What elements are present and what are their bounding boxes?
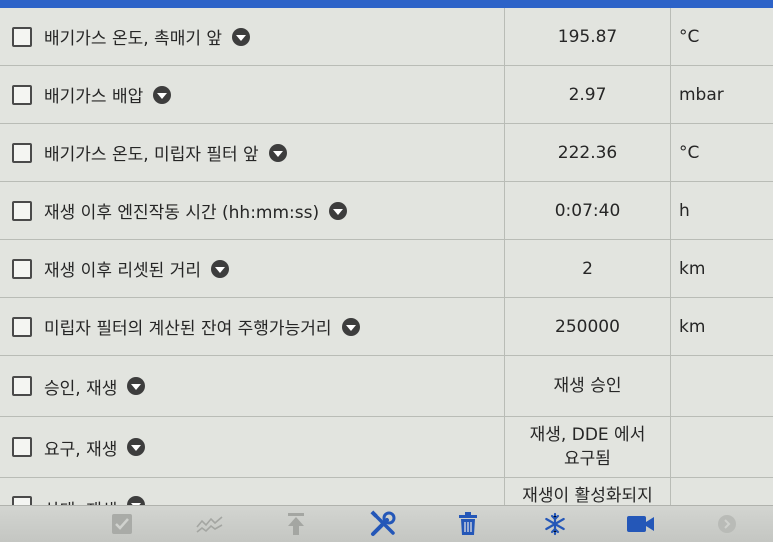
table-row[interactable]: 미립자 필터의 계산된 잔여 주행가능거리 250000 km: [0, 298, 773, 356]
parameter-label: 승인, 재생: [44, 378, 118, 399]
parameter-label: 배기가스 배압: [44, 87, 144, 107]
parameter-name-cell: 승인, 재생: [0, 356, 505, 416]
row-checkbox[interactable]: [12, 437, 32, 457]
table-row[interactable]: 요구, 재생 재생, DDE 에서 요구됨: [0, 417, 773, 478]
parameter-value: 0:07:40: [505, 182, 671, 239]
row-checkbox[interactable]: [12, 84, 32, 105]
bottom-toolbar: [0, 505, 773, 542]
parameter-unit: km: [679, 316, 706, 337]
chevron-down-icon[interactable]: [268, 143, 287, 162]
parameter-name-cell: 요구, 재생: [0, 417, 505, 477]
parameter-value: 재생 승인: [505, 356, 671, 416]
table-row[interactable]: 재생 이후 리셋된 거리 2 km: [0, 240, 773, 298]
chevron-down-icon[interactable]: [232, 27, 251, 46]
parameter-name-cell: 재생 이후 리셋된 거리: [0, 240, 505, 297]
parameter-label: 미립자 필터의 계산된 잔여 주행가능거리: [44, 319, 332, 339]
record-button[interactable]: [611, 506, 671, 542]
chevron-down-icon[interactable]: [341, 317, 360, 336]
parameter-unit: [671, 417, 773, 477]
row-checkbox[interactable]: [12, 376, 32, 396]
export-button[interactable]: [266, 506, 326, 542]
top-accent-bar: [0, 0, 773, 8]
circle-icon: [718, 515, 736, 533]
select-all-button[interactable]: [92, 506, 152, 542]
table-row[interactable]: 승인, 재생 재생 승인: [0, 356, 773, 417]
parameter-value: 195.87: [505, 8, 671, 65]
chevron-down-icon[interactable]: [210, 259, 229, 278]
parameter-label: 배기가스 온도, 촉매기 앞: [44, 29, 223, 49]
parameter-label: 재생 이후 엔진작동 시간 (hh:mm:ss): [44, 203, 320, 223]
row-checkbox[interactable]: [12, 142, 32, 163]
parameter-label: 재생 이후 리셋된 거리: [44, 261, 201, 281]
table-row[interactable]: 배기가스 배압 2.97 mbar: [0, 66, 773, 124]
parameter-value: 250000: [505, 298, 671, 355]
upload-arrow-icon: [288, 513, 304, 535]
parameter-table: 배기가스 온도, 촉매기 앞 195.87 °C 배기가스 배압 2.97 mb…: [0, 8, 773, 519]
delete-button[interactable]: [438, 506, 498, 542]
tools-button[interactable]: [353, 506, 413, 542]
parameter-unit: mbar: [679, 84, 724, 105]
chart-icon: [196, 516, 223, 533]
parameter-name-cell: 재생 이후 엔진작동 시간 (hh:mm:ss): [0, 182, 505, 239]
freeze-button[interactable]: [525, 506, 585, 542]
check-icon: [112, 514, 132, 534]
trash-icon: [459, 512, 477, 535]
parameter-name-cell: 배기가스 배압: [0, 66, 505, 123]
chevron-down-icon[interactable]: [153, 85, 172, 104]
parameter-unit: h: [679, 200, 690, 221]
row-checkbox[interactable]: [12, 258, 32, 279]
table-row[interactable]: 배기가스 온도, 미립자 필터 앞 222.36 °C: [0, 124, 773, 182]
parameter-unit: [671, 356, 773, 416]
snowflake-icon: [545, 512, 565, 536]
parameter-name-cell: 배기가스 온도, 촉매기 앞: [0, 8, 505, 65]
chevron-down-icon[interactable]: [127, 377, 146, 395]
disabled-action-button[interactable]: [697, 506, 757, 542]
parameter-value: 재생, DDE 에서 요구됨: [505, 417, 671, 477]
parameter-value: 2.97: [505, 66, 671, 123]
tools-icon: [370, 510, 396, 536]
parameter-name-cell: 미립자 필터의 계산된 잔여 주행가능거리: [0, 298, 505, 355]
parameter-name-cell: 배기가스 온도, 미립자 필터 앞: [0, 124, 505, 181]
video-camera-icon: [627, 516, 654, 532]
parameter-unit: °C: [679, 142, 700, 163]
parameter-label: 배기가스 온도, 미립자 필터 앞: [44, 145, 259, 165]
parameter-value: 222.36: [505, 124, 671, 181]
parameter-unit: km: [679, 258, 706, 279]
chevron-down-icon[interactable]: [329, 201, 348, 220]
chevron-down-icon[interactable]: [127, 438, 146, 456]
row-checkbox[interactable]: [12, 26, 32, 47]
parameter-value: 2: [505, 240, 671, 297]
parameter-unit: °C: [679, 26, 700, 47]
graph-button[interactable]: [180, 506, 240, 542]
table-row[interactable]: 배기가스 온도, 촉매기 앞 195.87 °C: [0, 8, 773, 66]
table-row[interactable]: 재생 이후 엔진작동 시간 (hh:mm:ss) 0:07:40 h: [0, 182, 773, 240]
row-checkbox[interactable]: [12, 316, 32, 337]
parameter-label: 요구, 재생: [44, 439, 118, 460]
row-checkbox[interactable]: [12, 200, 32, 221]
